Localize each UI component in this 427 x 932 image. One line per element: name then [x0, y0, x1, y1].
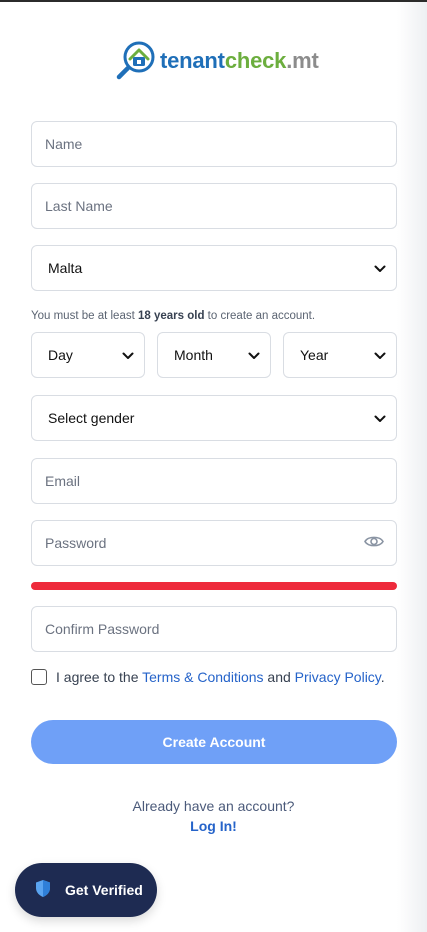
country-value: Malta [48, 260, 83, 276]
month-select[interactable]: Month [157, 332, 271, 378]
last-name-placeholder: Last Name [45, 198, 113, 214]
gender-value: Select gender [48, 410, 135, 426]
age-requirement-note: You must be at least 18 years old to cre… [31, 310, 315, 322]
confirm-password-placeholder: Confirm Password [45, 621, 160, 637]
agree-prefix: I agree to the [56, 669, 143, 685]
age-note-suffix: to create an account. [204, 310, 316, 322]
get-verified-label: Get Verified [65, 882, 143, 898]
chevron-down-icon [248, 347, 260, 363]
top-border [0, 0, 427, 2]
name-placeholder: Name [45, 136, 83, 152]
password-strength-bar [31, 582, 397, 590]
password-field[interactable]: Password [31, 520, 397, 566]
create-account-button[interactable]: Create Account [31, 720, 397, 764]
year-select[interactable]: Year [283, 332, 397, 378]
chevron-down-icon [122, 347, 134, 363]
login-link: Log In! [0, 818, 427, 834]
email-placeholder: Email [45, 473, 81, 489]
agree-mid: and [263, 669, 295, 685]
day-value: Day [48, 347, 73, 363]
email-field[interactable]: Email [31, 458, 397, 504]
chevron-down-icon [374, 410, 386, 426]
terms-link[interactable]: Terms & Conditions [142, 669, 263, 685]
name-field[interactable]: Name [31, 121, 397, 167]
privacy-link[interactable]: Privacy Policy [295, 669, 381, 685]
right-edge-shade [397, 2, 427, 932]
already-have-account-text: Already have an account? [132, 798, 295, 814]
brand-part-tenant: tenant [160, 48, 225, 73]
chevron-down-icon [374, 347, 386, 363]
age-note-prefix: You must be at least [31, 310, 138, 322]
password-placeholder: Password [45, 535, 107, 551]
agree-suffix: . [380, 669, 385, 685]
brand-wordmark: tenantcheck.mt [160, 48, 319, 74]
last-name-field[interactable]: Last Name [31, 183, 397, 229]
brand-part-check: check [224, 48, 287, 73]
brand-logo[interactable]: tenantcheck.mt [116, 40, 319, 82]
get-verified-button[interactable]: Get Verified [15, 863, 157, 917]
confirm-password-field[interactable]: Confirm Password [31, 606, 397, 652]
chevron-down-icon [374, 260, 386, 276]
year-value: Year [300, 347, 329, 363]
gender-select[interactable]: Select gender [31, 395, 397, 441]
month-value: Month [174, 347, 213, 363]
shield-icon [35, 879, 51, 901]
eye-icon[interactable] [364, 535, 384, 552]
login-link-text[interactable]: Log In! [190, 818, 237, 834]
day-select[interactable]: Day [31, 332, 145, 378]
magnifier-house-logo-icon [116, 40, 158, 82]
country-select[interactable]: Malta [31, 245, 397, 291]
age-note-bold: 18 years old [137, 310, 205, 322]
brand-part-domain: .mt [286, 48, 319, 73]
agree-text: I agree to the Terms & Conditions and Pr… [56, 669, 385, 685]
terms-checkbox[interactable] [31, 669, 47, 685]
terms-agreement: I agree to the Terms & Conditions and Pr… [31, 669, 385, 685]
